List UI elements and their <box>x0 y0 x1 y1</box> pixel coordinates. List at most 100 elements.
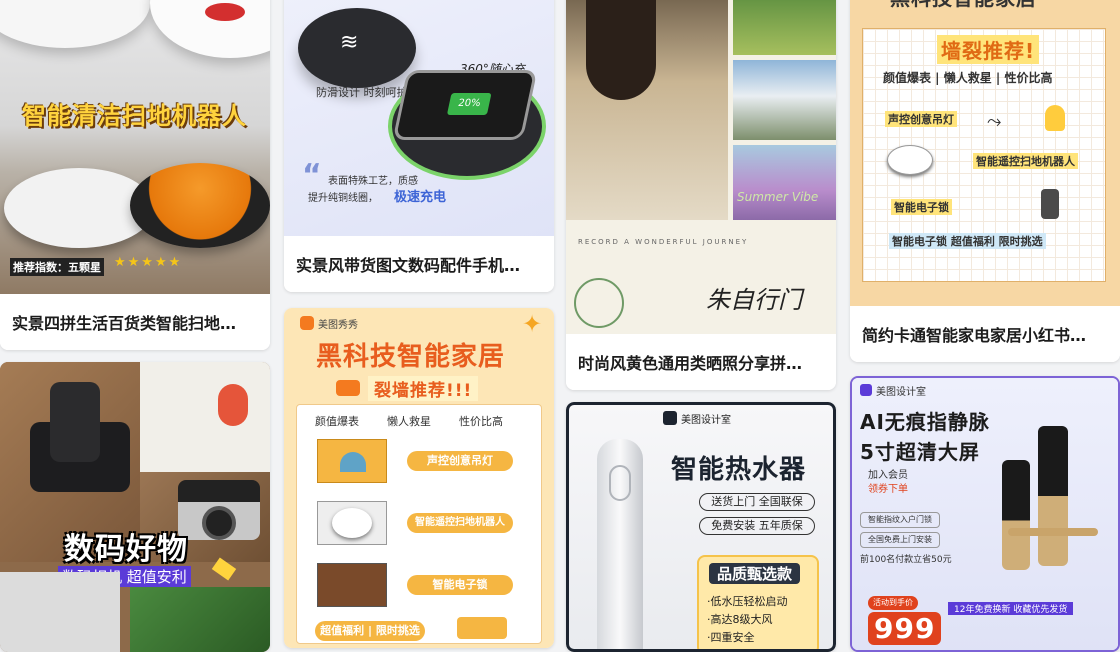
travel-thumbnail: Summer Vibe RECORD A WONDERFUL JOURNEY 朱… <box>566 0 836 334</box>
cartoon-item-3: 智能电子锁 <box>891 199 952 215</box>
robot-orange-image <box>130 163 270 248</box>
box-line-3: ·四重安全 <box>707 631 755 644</box>
card-title: 时尚风黄色通用类晒照分享拼… <box>566 334 836 390</box>
pill-2: 免费安装 五年质保 <box>699 517 815 535</box>
bulb-icon <box>1045 105 1065 131</box>
member-coupon: 领券下单 <box>868 484 908 495</box>
tag-1: 颜值爆表 <box>315 415 359 428</box>
box-title: 品质甄选款 <box>709 563 801 584</box>
feature-1: 智能指纹入户门锁 <box>860 512 940 528</box>
item-2-label: 智能遥控扫地机器人 <box>407 513 513 533</box>
content-panel: 颜值爆表 懒人救星 性价比高 声控创意吊灯 智能遥控扫地机器人 智能电子锁 超值… <box>296 404 542 644</box>
charger-pad-image: 20% <box>392 70 542 176</box>
stamp-icon <box>574 278 624 328</box>
feature-2: 全国免费上门安装 <box>860 532 940 548</box>
lamp-image <box>317 439 387 483</box>
lock-image <box>317 563 387 607</box>
charger-top-image: ≋ <box>298 8 416 88</box>
brand-label: 美图设计室 <box>876 387 926 398</box>
cartoon-panel: 墙裂推荐! 颜值爆表 | 懒人救星 | 性价比高 声控创意吊灯 ⤳ 智能遥控扫地… <box>862 28 1106 282</box>
template-card-smart-home-orange[interactable]: 美图秀秀 ✦ 黑科技智能家居 裂墙推荐!!! 颜值爆表 懒人救星 性价比高 声控… <box>284 308 554 648</box>
water-heater-headline: 智能热水器 <box>671 455 807 485</box>
brand-label: 美图秀秀 <box>318 320 358 331</box>
price: 999 <box>868 612 942 645</box>
charger-line2c: 极速充电 <box>394 190 447 205</box>
template-card-cartoon-smart-home[interactable]: 黑科技智能家居 墙裂推荐! 颜值爆表 | 懒人救星 | 性价比高 声控创意吊灯 … <box>850 0 1120 362</box>
hand-pointer-icon <box>336 380 360 396</box>
tagline: RECORD A WONDERFUL JOURNEY <box>578 238 749 246</box>
lock-icon <box>1041 189 1059 219</box>
pill-1: 送货上门 全国联保 <box>699 493 815 511</box>
retro-camera-image <box>178 480 260 540</box>
vacuum-icon <box>887 145 933 175</box>
cartoon-tags: 颜值爆表 | 懒人救星 | 性价比高 <box>883 71 1053 85</box>
cartoon-top-text: 黑科技智能家居 <box>890 0 1037 11</box>
white-paper-image <box>140 362 270 472</box>
meitu-logo-icon <box>300 316 314 330</box>
charger-thumbnail: ≋ 360°随心充 防滑设计 时刻呵护 20% “ 表面特殊工艺，质感 提升纯铜… <box>284 0 554 236</box>
lock-headline-2: 5寸超清大屏 <box>860 440 980 464</box>
tag-2: 懒人救星 <box>387 415 431 428</box>
robot-vacuum-thumbnail: 智能清洁扫地机器人 推荐指数：五颗星 ★★★★★ <box>0 0 270 294</box>
charger-line1: 防滑设计 时刻呵护 <box>316 86 408 99</box>
smart-home-headline: 黑科技智能家居 <box>316 342 506 372</box>
handwriting-text: 朱自行门 <box>706 286 802 314</box>
promo-label: 活动到手价 <box>868 596 918 610</box>
sparkle-icon: ✦ <box>522 310 543 338</box>
water-heater-thumbnail: 美图设计室 智能热水器 送货上门 全国联保 免费安装 五年质保 品质甄选款 ·低… <box>566 402 836 652</box>
heater-image <box>597 439 643 649</box>
quote-icon: “ <box>302 158 322 193</box>
cartoon-item-1: 声控创意吊灯 <box>885 111 957 127</box>
box-line-2: ·高达8级大风 <box>707 613 773 626</box>
digital-headline: 数码好物 <box>64 532 188 567</box>
cartoon-thumbnail: 黑科技智能家居 墙裂推荐! 颜值爆表 | 懒人救星 | 性价比高 声控创意吊灯 … <box>850 0 1120 306</box>
camera-image <box>30 382 130 492</box>
rating-label: 推荐指数：五颗星 <box>10 258 104 276</box>
design-logo-icon <box>860 384 872 396</box>
card-title: 实景风带货图文数码配件手机… <box>284 236 554 292</box>
lavender-photo: Summer Vibe <box>733 145 836 220</box>
card-title: 简约卡通智能家电家居小红书… <box>850 306 1120 362</box>
rating-stars-icon: ★★★★★ <box>114 255 183 270</box>
cartoon-footer: 智能电子锁 超值福利 限时挑选 <box>889 233 1046 249</box>
template-card-wireless-charger[interactable]: ≋ 360°随心充 防滑设计 时刻呵护 20% “ 表面特殊工艺，质感 提升纯铜… <box>284 0 554 292</box>
robot-headline: 智能清洁扫地机器人 <box>22 102 247 130</box>
charger-line2b: 提升纯铜线圈， <box>308 193 378 204</box>
brand-label: 美图设计室 <box>681 415 731 426</box>
battery-icon: 20% <box>446 93 492 115</box>
template-card-digital-goods[interactable]: 数码好物 数码相机 超值安利 <box>0 362 270 652</box>
footer-label: 超值福利 | 限时挑选 <box>315 621 425 641</box>
box-line-1: ·低水压轻松启动 <box>707 595 788 608</box>
member-label: 加入会员 <box>868 470 908 481</box>
lock-headline-1: AI无痕指静脉 <box>860 410 990 434</box>
template-card-water-heater[interactable]: 美图设计室 智能热水器 送货上门 全国联保 免费安装 五年质保 品质甄选款 ·低… <box>566 402 836 652</box>
feature-3: 前100名付款立省50元 <box>860 555 952 565</box>
phone-image: 20% <box>392 70 538 140</box>
strip-label: 12年免费换新 收藏优先发货 <box>948 602 1074 615</box>
bottom-left-photo <box>0 572 120 652</box>
quality-box: 品质甄选款 ·低水压轻松启动 ·高达8级大风 ·四重安全 <box>697 555 819 649</box>
design-logo-icon <box>663 411 677 425</box>
robot-top-image <box>0 0 150 48</box>
template-card-travel-photo[interactable]: Summer Vibe RECORD A WONDERFUL JOURNEY 朱… <box>566 0 836 390</box>
arrow-icon: ⤳ <box>987 111 1002 132</box>
cartoon-item-2: 智能遥控扫地机器人 <box>973 153 1078 169</box>
smart-lock-thumbnail: 美图设计室 AI无痕指静脉 5寸超清大屏 加入会员 领券下单 智能指纹入户门锁 … <box>852 378 1118 650</box>
digital-goods-thumbnail: 数码好物 数码相机 超值安利 <box>0 362 270 652</box>
script-text: Summer Vibe <box>737 190 819 204</box>
red-mouse-image <box>218 384 248 426</box>
vacuum-image <box>317 501 387 545</box>
tag-3: 性价比高 <box>459 415 503 428</box>
smart-home-sub: 裂墙推荐!!! <box>368 376 479 401</box>
portrait-photo <box>566 0 728 220</box>
bottom-right-photo <box>130 587 270 652</box>
lock-image-2 <box>1038 426 1068 566</box>
handle-image <box>1008 528 1098 536</box>
template-card-smart-lock[interactable]: 美图设计室 AI无痕指静脉 5寸超清大屏 加入会员 领券下单 智能指纹入户门锁 … <box>850 376 1120 652</box>
lock-image-1 <box>1002 460 1030 570</box>
meadow-photo <box>733 0 836 55</box>
mountain-photo <box>733 60 836 140</box>
template-card-robot-vacuum[interactable]: 智能清洁扫地机器人 推荐指数：五颗星 ★★★★★ 实景四拼生活百货类智能扫地… <box>0 0 270 350</box>
robot-top-right-image <box>150 0 270 58</box>
item-1-label: 声控创意吊灯 <box>407 451 513 471</box>
